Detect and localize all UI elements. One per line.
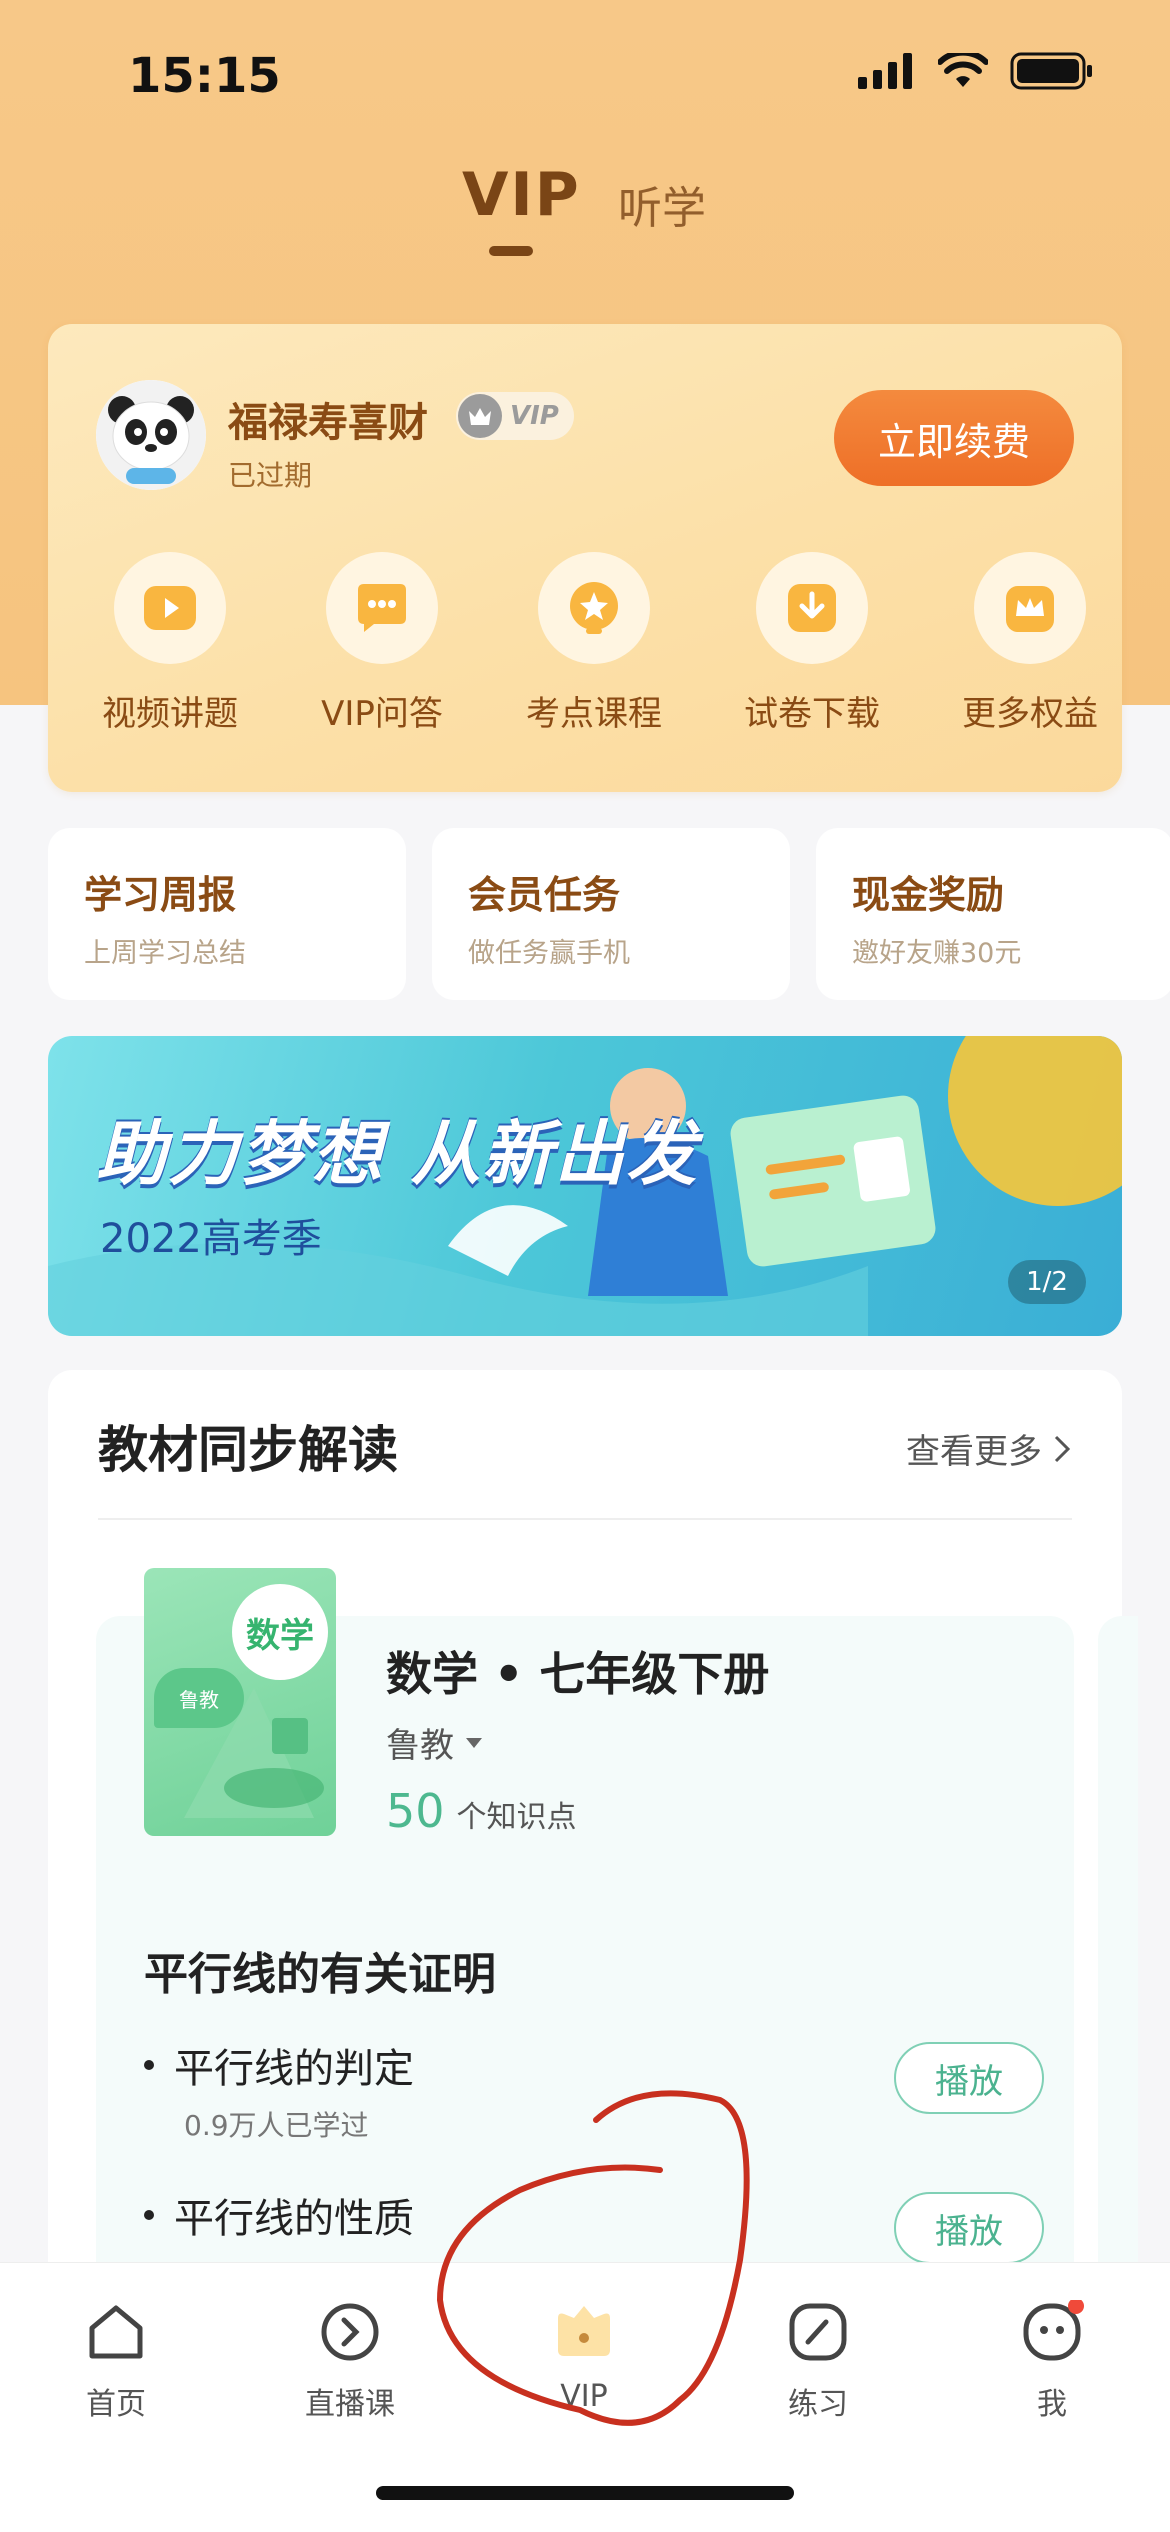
nav-practice[interactable]: 练习	[748, 2297, 888, 2423]
chat-icon	[326, 552, 438, 664]
nav-vip[interactable]: VIP	[514, 2297, 654, 2414]
star-icon	[538, 552, 650, 664]
benefit-label: 更多权益	[962, 694, 1098, 734]
benefit-label: 试卷下载	[744, 694, 880, 734]
quick-card-title: 现金奖励	[852, 873, 1005, 917]
benefit-label: VIP问答	[321, 694, 443, 734]
status-time: 15:15	[128, 48, 281, 104]
quick-card-subtitle: 邀好友赚30元	[852, 938, 1022, 969]
nav-label: 首页	[86, 2387, 146, 2422]
signal-icon	[858, 53, 912, 89]
nav-label: 直播课	[305, 2387, 395, 2422]
crown-icon	[974, 552, 1086, 664]
tab-listen[interactable]: 听学	[618, 172, 706, 236]
vip-crown-icon	[549, 2297, 619, 2367]
renew-button[interactable]: 立即续费	[834, 390, 1074, 486]
bullet-dot	[144, 2210, 154, 2220]
tab-vip[interactable]: VIP	[462, 160, 581, 230]
benefit-label: 视频讲题	[102, 694, 238, 734]
banner-subtitle: 2022高考季	[100, 1216, 322, 1262]
battery-icon	[1010, 52, 1092, 90]
nav-live[interactable]: 直播课	[280, 2297, 420, 2423]
nav-home[interactable]: 首页	[46, 2297, 186, 2423]
benefit-label: 考点课程	[526, 694, 662, 734]
download-icon	[756, 552, 868, 664]
lesson-item[interactable]: 平行线的判定 0.9万人已学过 播放	[144, 2036, 1044, 2144]
knowledge-count-number: 50	[386, 1784, 445, 1838]
quick-card-subtitle: 上周学习总结	[84, 938, 246, 969]
lesson-title: 平行线的判定	[174, 2046, 414, 2092]
quick-card-cash-reward[interactable]: 现金奖励 邀好友赚30元	[816, 828, 1170, 1000]
membership-status: 已过期	[228, 459, 313, 492]
top-tabs: VIP 听学	[0, 160, 1170, 260]
quick-card-weekly-report[interactable]: 学习周报 上周学习总结	[48, 828, 406, 1000]
book-cover[interactable]: 数学 鲁教	[144, 1568, 336, 1836]
benefit-course[interactable]: 考点课程	[504, 552, 684, 735]
knowledge-count: 50 个知识点	[386, 1784, 577, 1838]
nav-label: VIP	[560, 2379, 608, 2414]
quick-card-title: 会员任务	[468, 873, 621, 917]
wifi-icon	[938, 53, 988, 87]
benefit-more[interactable]: 更多权益	[940, 552, 1120, 735]
nav-me[interactable]: 我	[982, 2297, 1122, 2423]
view-more-label: 查看更多	[906, 1432, 1042, 1472]
practice-icon	[783, 2297, 853, 2367]
play-button[interactable]: 播放	[894, 2042, 1044, 2114]
banner-title: 助力梦想 从新出发	[96, 1113, 699, 1195]
status-icons	[858, 52, 1094, 90]
lesson-title: 平行线的性质	[174, 2196, 414, 2242]
video-icon	[114, 552, 226, 664]
book-title: 数学 • 七年级下册	[386, 1647, 770, 1701]
vip-badge: VIP	[456, 392, 574, 440]
section-title: 教材同步解读	[98, 1421, 398, 1479]
quick-card-title: 学习周报	[84, 873, 237, 917]
tab-active-indicator	[489, 246, 533, 256]
view-more-link[interactable]: 查看更多	[906, 1424, 1072, 1473]
home-indicator	[376, 2486, 794, 2500]
play-button[interactable]: 播放	[894, 2192, 1044, 2264]
benefit-video[interactable]: 视频讲题	[80, 552, 260, 735]
benefit-download[interactable]: 试卷下载	[722, 552, 902, 735]
bullet-dot	[144, 2060, 154, 2070]
nav-label: 我	[1037, 2387, 1067, 2422]
banner-pager: 1/2	[1008, 1260, 1086, 1304]
lesson-item[interactable]: 平行线的性质 播放	[144, 2186, 1044, 2264]
vip-card: 福禄寿喜财 VIP 已过期 立即续费 视频讲题 VIP问答 考点课程 试卷下载 …	[48, 324, 1122, 792]
home-icon	[81, 2297, 151, 2367]
quick-card-subtitle: 做任务赢手机	[468, 938, 630, 969]
publisher-label: 鲁教	[386, 1726, 454, 1766]
knowledge-count-unit: 个知识点	[456, 1800, 577, 1835]
avatar[interactable]	[96, 380, 206, 490]
vip-coin-icon	[458, 394, 502, 438]
live-icon	[315, 2297, 385, 2367]
user-name: 福禄寿喜财	[228, 400, 428, 446]
cover-geometry-icon	[184, 1688, 324, 1818]
panda-avatar-icon	[96, 380, 206, 490]
promo-banner[interactable]: 助力梦想 从新出发 2022高考季 1/2	[48, 1036, 1122, 1336]
publisher-selector[interactable]: 鲁教	[386, 1718, 484, 1767]
section-divider	[98, 1518, 1072, 1520]
benefit-list: 视频讲题 VIP问答 考点课程 试卷下载 更多权益	[48, 552, 1122, 752]
profile-icon	[1017, 2297, 1087, 2367]
vip-badge-text: VIP	[510, 401, 559, 431]
benefit-qa[interactable]: VIP问答	[292, 552, 472, 735]
chapter-title: 平行线的有关证明	[144, 1949, 496, 2000]
chevron-right-icon	[1054, 1435, 1071, 1462]
caret-down-icon	[466, 1737, 482, 1748]
nav-label: 练习	[788, 2387, 848, 2422]
quick-card-member-tasks[interactable]: 会员任务 做任务赢手机	[432, 828, 790, 1000]
